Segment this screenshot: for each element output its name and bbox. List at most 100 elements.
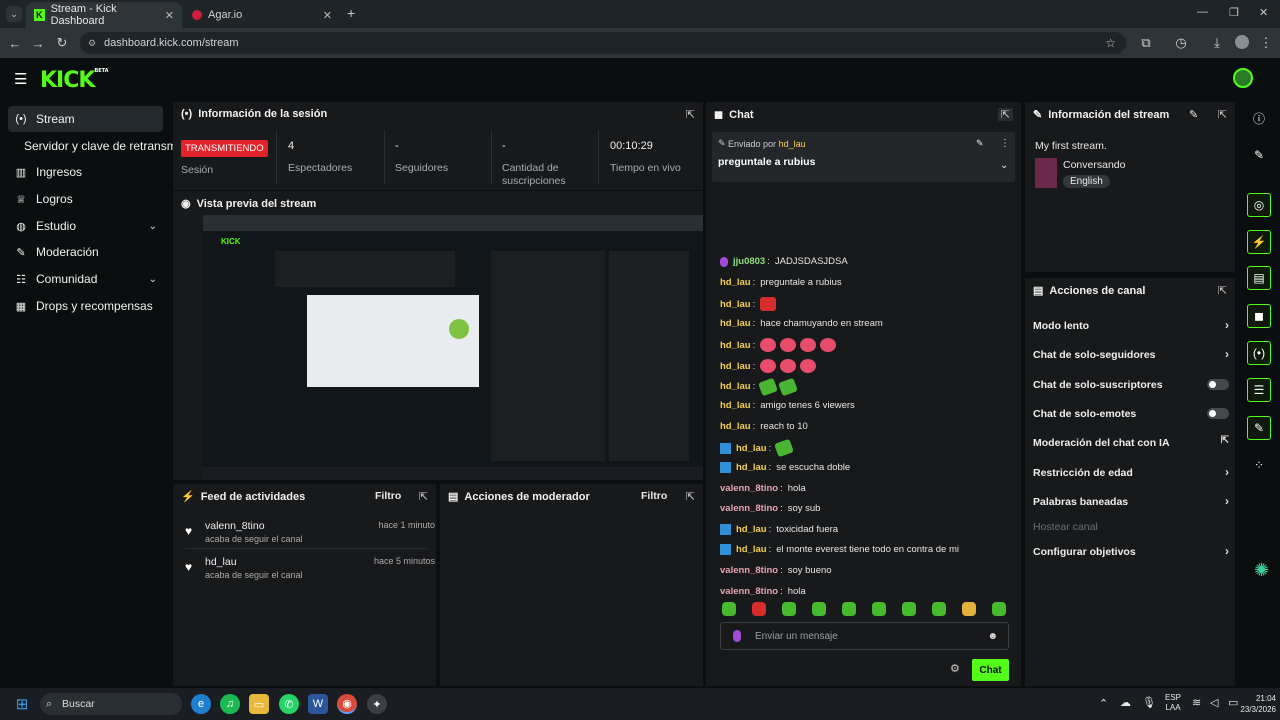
chat-username[interactable]: hd_lau xyxy=(720,299,751,310)
expand-icon[interactable]: ⇱ xyxy=(686,490,695,503)
toggle-switch[interactable] xyxy=(1207,408,1229,419)
emote-icon[interactable] xyxy=(820,338,837,353)
expand-icon[interactable]: ⇱ xyxy=(686,108,695,121)
emote-icon[interactable] xyxy=(782,602,796,616)
emote-icon[interactable] xyxy=(758,377,779,396)
emote-icon[interactable] xyxy=(800,338,817,353)
emote-icon[interactable] xyxy=(992,602,1006,616)
emote-icon[interactable] xyxy=(902,602,916,616)
emote-icon[interactable] xyxy=(800,359,817,373)
chat-username[interactable]: hd_lau xyxy=(720,400,751,411)
wrench-icon[interactable]: ✎ xyxy=(1247,416,1271,440)
stream-preview-video[interactable]: KICK xyxy=(203,215,703,480)
channel-action-item[interactable]: Chat de solo-suscriptores xyxy=(1033,379,1229,391)
chat-username[interactable]: valenn_8tino xyxy=(720,483,778,494)
channel-action-item[interactable]: Modo lento › xyxy=(1033,318,1229,332)
document-icon[interactable]: ▤ xyxy=(1247,266,1271,290)
url-field[interactable]: ⚙ dashboard.kick.com/stream ☆ xyxy=(80,32,1126,54)
info-icon[interactable]: ⓘ xyxy=(1247,106,1271,130)
chat-username[interactable]: hd_lau xyxy=(736,462,767,473)
chat-username[interactable]: valenn_8tino xyxy=(720,565,778,576)
forward-icon[interactable]: → xyxy=(26,31,50,55)
more-options-icon[interactable]: ⋮ xyxy=(1000,138,1010,149)
chat-username[interactable]: hd_lau xyxy=(720,340,751,351)
expand-icon[interactable]: ⇱ xyxy=(1218,108,1227,121)
chevron-down-icon[interactable]: ⌄ xyxy=(1000,160,1008,171)
windows-start-icon[interactable]: ⊞ xyxy=(12,694,32,714)
chat-username[interactable]: hd_lau xyxy=(736,544,767,555)
kick-logo[interactable]: KICKBETA xyxy=(40,68,109,93)
word-icon[interactable]: W xyxy=(308,694,328,714)
sidebar-item-drops[interactable]: ▦ Drops y recompensas xyxy=(8,293,163,319)
battery-icon[interactable]: ▭ xyxy=(1228,696,1238,709)
back-icon[interactable]: ← xyxy=(3,31,27,55)
expand-icon[interactable]: ⇱ xyxy=(997,108,1013,121)
channel-action-item[interactable]: Restricción de edad › xyxy=(1033,465,1229,479)
history-icon[interactable]: ◷ xyxy=(1169,31,1193,55)
lightning-icon[interactable]: ⚡ xyxy=(1247,230,1271,254)
bookmark-star-icon[interactable]: ☆ xyxy=(1105,36,1116,50)
pinned-user[interactable]: hd_lau xyxy=(779,139,806,149)
emote-icon[interactable] xyxy=(760,297,777,312)
chat-username[interactable]: valenn_8tino xyxy=(720,586,778,597)
expand-icon[interactable]: ⇱ xyxy=(419,490,428,503)
chat-username[interactable]: hd_lau xyxy=(720,318,751,329)
stack-icon[interactable]: ☰ xyxy=(1247,378,1271,402)
spotify-icon[interactable]: ♫ xyxy=(220,694,240,714)
emote-icon[interactable] xyxy=(842,602,856,616)
channel-action-item[interactable]: Chat de solo-emotes xyxy=(1033,408,1229,420)
emoji-icon[interactable]: ☻ xyxy=(987,631,998,642)
wifi-icon[interactable]: ≋ xyxy=(1192,696,1201,709)
browser-tab-agar[interactable]: Agar.io ✕ xyxy=(184,2,340,28)
emote-icon[interactable] xyxy=(778,377,799,396)
chat-username[interactable]: hd_lau xyxy=(720,361,751,372)
broadcast-icon[interactable]: (•) xyxy=(1247,341,1271,365)
cloud-icon[interactable]: ☁ xyxy=(1120,696,1131,709)
emote-icon[interactable] xyxy=(932,602,946,616)
file-explorer-icon[interactable]: ▭ xyxy=(249,694,269,714)
mic-icon[interactable] xyxy=(733,630,741,642)
minimize-icon[interactable]: — xyxy=(1197,6,1208,18)
emote-icon[interactable] xyxy=(752,602,766,616)
chat-input[interactable]: Enviar un mensaje ☻ xyxy=(720,622,1009,650)
close-tab-icon[interactable]: ✕ xyxy=(323,9,332,22)
new-tab-icon[interactable]: + xyxy=(347,5,355,21)
channel-action-item[interactable]: Palabras baneadas › xyxy=(1033,494,1229,508)
activity-filter-button[interactable]: Filtro xyxy=(375,490,401,502)
sidebar-item-stream[interactable]: (•) Stream xyxy=(8,106,163,132)
sidebar-item-logros[interactable]: ♕ Logros xyxy=(8,186,163,212)
language-indicator[interactable]: ESP LAA xyxy=(1165,693,1181,713)
emote-icon[interactable] xyxy=(760,359,777,373)
toggle-switch[interactable] xyxy=(1207,379,1229,390)
channel-action-item[interactable]: Configurar objetivos › xyxy=(1033,544,1229,558)
emote-icon[interactable] xyxy=(780,338,797,353)
drag-handle-icon[interactable]: ⁘ xyxy=(1247,453,1271,477)
emote-icon[interactable] xyxy=(780,359,797,373)
extensions-icon[interactable]: ⧉ xyxy=(1134,31,1158,55)
reload-icon[interactable]: ↻ xyxy=(50,31,74,55)
clock[interactable]: 21:04 23/3/2026 xyxy=(1240,693,1276,715)
app-icon[interactable]: ✦ xyxy=(367,694,387,714)
chat-settings-icon[interactable]: ⚙ xyxy=(950,662,960,675)
taskbar-search[interactable]: ⌕ Buscar xyxy=(40,693,182,715)
emote-icon[interactable] xyxy=(812,602,826,616)
sidebar-item-ingresos[interactable]: ▥ Ingresos xyxy=(8,159,163,185)
emote-icon[interactable] xyxy=(774,439,795,458)
edit-icon[interactable]: ✎ xyxy=(1247,143,1271,167)
edge-icon[interactable]: e xyxy=(191,694,211,714)
edit-icon[interactable]: ✎ xyxy=(1189,108,1198,121)
feed-user[interactable]: hd_lau xyxy=(205,556,237,568)
volume-icon[interactable]: ◁ xyxy=(1210,696,1218,709)
send-chat-button[interactable]: Chat xyxy=(972,659,1009,681)
browser-tab-kick[interactable]: K Stream - Kick Dashboard ✕ xyxy=(26,2,182,28)
chat-username[interactable]: valenn_8tino xyxy=(720,503,778,514)
chrome-icon[interactable]: ◉ xyxy=(337,694,357,714)
profile-avatar[interactable] xyxy=(1235,35,1249,49)
emote-icon[interactable] xyxy=(872,602,886,616)
download-icon[interactable]: ⤓ xyxy=(1205,31,1229,55)
tab-list-icon[interactable]: ⌄ xyxy=(6,6,22,22)
chat-username[interactable]: hd_lau xyxy=(720,381,751,392)
emote-icon[interactable] xyxy=(760,338,777,353)
browser-menu-icon[interactable]: ⋮ xyxy=(1254,31,1278,55)
chevron-up-icon[interactable]: ⌃ xyxy=(1099,697,1108,710)
